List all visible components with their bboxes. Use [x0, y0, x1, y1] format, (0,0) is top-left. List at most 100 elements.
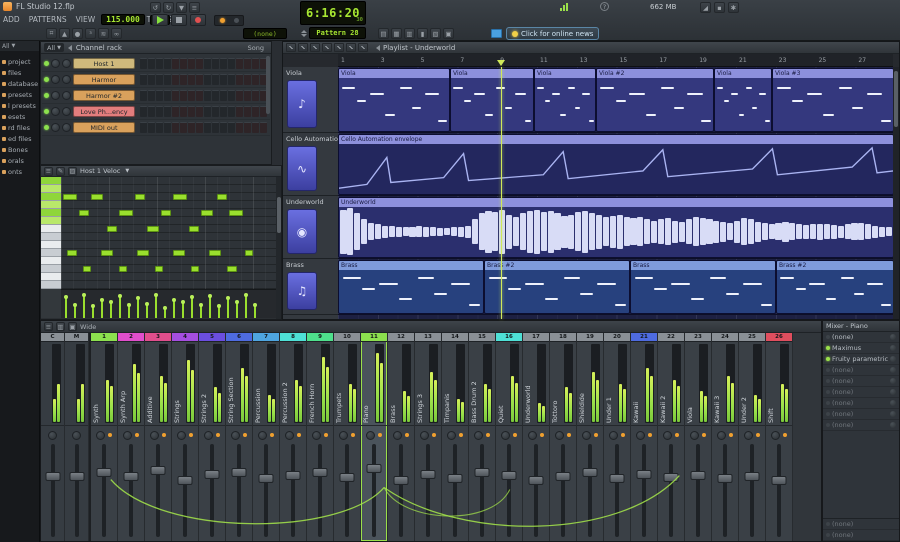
note-grid[interactable] — [61, 177, 276, 289]
note[interactable] — [227, 266, 237, 272]
step-cell[interactable] — [148, 90, 155, 101]
typing-keyboard-icon[interactable]: ⌗ — [46, 28, 57, 39]
redo-icon[interactable]: ↻ — [163, 2, 174, 13]
step-cell[interactable] — [212, 122, 219, 133]
strip-number[interactable]: 22 — [658, 333, 684, 342]
pan-knob[interactable] — [771, 431, 780, 440]
pan-knob[interactable] — [48, 431, 57, 440]
pan-knob[interactable] — [51, 75, 60, 84]
mixer-strip-16[interactable]: 16Quiet — [496, 333, 523, 541]
step-cell[interactable] — [156, 122, 163, 133]
strip-number[interactable]: 18 — [550, 333, 576, 342]
browser-item[interactable]: l presets — [0, 100, 39, 111]
mixer-strip-8[interactable]: 8Percussion 2 — [280, 333, 307, 541]
fader[interactable] — [65, 442, 88, 539]
velocity-bar[interactable] — [245, 295, 247, 318]
fx-mix-knob[interactable] — [890, 356, 896, 362]
track-lane[interactable]: ViolaViolaViolaViola #2ViolaViola #3 — [338, 67, 893, 133]
rack-mode-label[interactable]: Song — [248, 44, 268, 52]
fx-mix-knob[interactable] — [890, 411, 896, 417]
strip-number[interactable]: 23 — [685, 333, 711, 342]
mixer-strip-3[interactable]: 3Additive — [145, 333, 172, 541]
clip[interactable]: Cello Automation envelope — [338, 134, 894, 195]
fx-enable-led[interactable] — [826, 401, 830, 405]
velocity-bar[interactable] — [227, 298, 229, 318]
mute-led[interactable] — [216, 433, 220, 437]
browser-item[interactable]: files — [0, 67, 39, 78]
step-cell[interactable] — [236, 90, 243, 101]
draw-tool-icon[interactable]: ✎ — [56, 167, 65, 176]
fx-enable-led[interactable] — [826, 346, 830, 350]
strip-number[interactable]: 8 — [280, 333, 306, 342]
fader[interactable] — [577, 442, 603, 539]
track-header[interactable]: Brass♫ — [283, 259, 338, 315]
velocity-bar[interactable] — [209, 296, 211, 318]
velocity-bar[interactable] — [173, 300, 175, 318]
step-cell[interactable] — [212, 74, 219, 85]
pan-knob[interactable] — [744, 431, 753, 440]
pan-knob[interactable] — [285, 431, 294, 440]
step-cell[interactable] — [220, 106, 227, 117]
fader[interactable] — [334, 442, 360, 539]
note[interactable] — [229, 210, 243, 216]
mute-led[interactable] — [162, 433, 166, 437]
master-strip-tab[interactable]: M — [65, 333, 88, 342]
piano-roll-titlebar[interactable]: ≡ ✎ ▨ Host 1 Veloc ▼ — [41, 166, 281, 177]
menu-patterns[interactable]: PATTERNS — [29, 15, 67, 24]
step-cell[interactable] — [252, 58, 259, 69]
velocity-bar[interactable] — [110, 302, 112, 318]
piano-roll-menu-icon[interactable]: ≡ — [44, 167, 53, 176]
pan-knob[interactable] — [582, 431, 591, 440]
step-cell[interactable] — [220, 58, 227, 69]
play-button[interactable] — [152, 14, 168, 26]
fader[interactable] — [361, 442, 387, 539]
step-cell[interactable] — [236, 122, 243, 133]
strip-number[interactable]: 7 — [253, 333, 279, 342]
piano-key[interactable] — [41, 209, 61, 217]
fader[interactable] — [172, 442, 198, 539]
step-cell[interactable] — [252, 106, 259, 117]
mixer-strip-14[interactable]: 14Timpanis — [442, 333, 469, 541]
fader[interactable] — [523, 442, 549, 539]
step-cell[interactable] — [164, 58, 171, 69]
clip[interactable]: Viola #2 — [596, 68, 714, 132]
velocity-bar[interactable] — [119, 296, 121, 318]
plugin-window-icon[interactable]: ▣ — [443, 28, 454, 39]
mixer-strip-5[interactable]: 5Strings 2 — [199, 333, 226, 541]
step-cell[interactable] — [196, 122, 203, 133]
mixer-strip-19[interactable]: 19Shieldide — [577, 333, 604, 541]
prev-arrangement-icon[interactable] — [376, 45, 380, 51]
fader[interactable] — [226, 442, 252, 539]
channel-button[interactable]: Harmor #2 — [73, 90, 135, 101]
step-cell[interactable] — [212, 58, 219, 69]
fader[interactable] — [307, 442, 333, 539]
fader[interactable] — [469, 442, 495, 539]
step-cell[interactable] — [220, 122, 227, 133]
note[interactable] — [173, 250, 185, 256]
cut-tool-icon[interactable] — [322, 43, 332, 52]
group-filter-dropdown[interactable]: All ▼ — [44, 43, 64, 52]
mixer-strip-12[interactable]: 12Brass — [388, 333, 415, 541]
fx-slot[interactable]: (none) — [823, 420, 899, 431]
browser-item[interactable]: ed files — [0, 133, 39, 144]
fader-handle[interactable] — [45, 472, 60, 481]
fader[interactable] — [658, 442, 684, 539]
pan-knob[interactable] — [177, 431, 186, 440]
note[interactable] — [107, 226, 117, 232]
step-cell[interactable] — [196, 74, 203, 85]
strip-number[interactable]: 1 — [91, 333, 117, 342]
track-header[interactable]: Cello Automation∿ — [283, 133, 338, 196]
fader[interactable] — [442, 442, 468, 539]
fader-handle[interactable] — [205, 470, 220, 479]
velocity-bar[interactable] — [236, 302, 238, 318]
mixer-strip-2[interactable]: 2Synth Arp — [118, 333, 145, 541]
note[interactable] — [189, 226, 199, 232]
step-cell[interactable] — [180, 106, 187, 117]
fader[interactable] — [712, 442, 738, 539]
fader-handle[interactable] — [637, 470, 652, 479]
clip[interactable]: Viola — [534, 68, 596, 132]
fader[interactable] — [41, 442, 64, 539]
step-cell[interactable] — [188, 90, 195, 101]
step-cell[interactable] — [172, 58, 179, 69]
pan-knob[interactable] — [51, 91, 60, 100]
